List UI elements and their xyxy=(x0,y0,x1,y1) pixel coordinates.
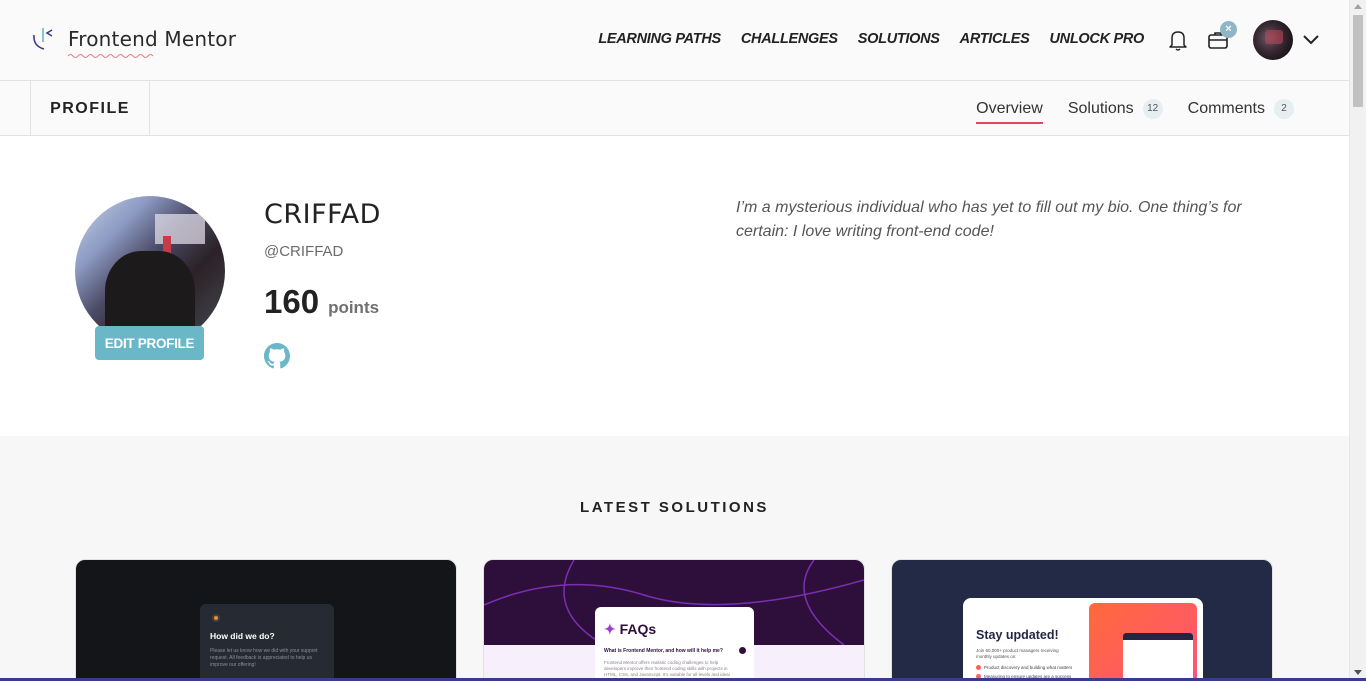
card-preview-question: What is Frontend Mentor, and how will it… xyxy=(604,648,723,654)
points-value: 160 xyxy=(264,283,320,320)
card-preview-heading: Stay updated! xyxy=(976,628,1059,642)
logo-mark-icon xyxy=(33,28,53,50)
tab-solutions[interactable]: Solutions 12 xyxy=(1068,81,1163,136)
section-title: LATEST SOLUTIONS xyxy=(580,499,769,516)
points-label: points xyxy=(328,298,380,317)
check-icon xyxy=(976,665,981,670)
profile-name: CRIFFAD xyxy=(264,199,381,230)
card-preview-heading: How did we do? xyxy=(210,631,275,641)
nav-articles[interactable]: ARTICLES xyxy=(960,31,1030,47)
scroll-down-icon[interactable] xyxy=(1354,670,1362,675)
top-navbar: Frontend Mentor LEARNING PATHS CHALLENGE… xyxy=(0,0,1349,81)
count-badge: 2 xyxy=(1274,98,1294,119)
logo-text: Frontend Mentor xyxy=(68,27,236,58)
avatar[interactable] xyxy=(1253,20,1293,60)
profile-subnav: PROFILE Overview Solutions 12 Comments 2 xyxy=(0,81,1349,136)
nav-solutions[interactable]: SOLUTIONS xyxy=(858,31,940,47)
bell-icon[interactable] xyxy=(1166,28,1190,52)
toggle-icon xyxy=(739,647,746,654)
scroll-up-icon[interactable] xyxy=(1354,4,1362,9)
profile-tabs: Overview Solutions 12 Comments 2 xyxy=(976,81,1294,136)
solution-card[interactable]: How did we do? Please let us know how we… xyxy=(75,559,457,681)
tab-label: Solutions xyxy=(1067,99,1134,117)
profile-section: EDIT PROFILE CRIFFAD @CRIFFAD 160 points… xyxy=(0,136,1349,436)
main-nav: LEARNING PATHS CHALLENGES SOLUTIONS ARTI… xyxy=(598,31,1144,47)
nav-challenges[interactable]: CHALLENGES xyxy=(741,31,838,47)
tab-overview[interactable]: Overview xyxy=(976,81,1043,136)
star-icon xyxy=(212,614,220,622)
solution-card[interactable]: Stay updated! Join 60,000+ product manag… xyxy=(891,559,1273,681)
profile-avatar xyxy=(75,196,225,346)
chevron-down-icon[interactable] xyxy=(1302,32,1320,46)
github-icon[interactable] xyxy=(264,343,290,369)
latest-solutions-section: LATEST SOLUTIONS How did we do? Please l… xyxy=(0,436,1349,681)
card-preview-text: Please let us know how we did with your … xyxy=(210,648,318,668)
tab-label: Comments xyxy=(1187,99,1265,117)
card-preview: How did we do? Please let us know how we… xyxy=(200,604,334,681)
card-preview: Stay updated! Join 60,000+ product manag… xyxy=(963,598,1203,681)
page-scrollbar[interactable] xyxy=(1349,0,1366,681)
card-preview: ✦ FAQs What is Frontend Mentor, and how … xyxy=(595,607,754,681)
profile-handle: @CRIFFAD xyxy=(264,243,344,260)
squiggle-underline xyxy=(68,54,154,58)
edit-profile-button[interactable]: EDIT PROFILE xyxy=(95,326,204,360)
profile-label[interactable]: PROFILE xyxy=(30,81,150,136)
list-item: Product discovery and building what matt… xyxy=(976,665,1072,670)
tab-label: Overview xyxy=(976,99,1043,117)
scrollbar-thumb[interactable] xyxy=(1353,15,1363,107)
sparkle-icon: ✦ xyxy=(604,621,616,637)
points-display: 160 points xyxy=(264,283,379,321)
logo[interactable]: Frontend Mentor xyxy=(30,22,236,58)
profile-bio: I’m a mysterious individual who has yet … xyxy=(736,199,1242,240)
nav-unlock-pro[interactable]: UNLOCK PRO xyxy=(1050,31,1145,47)
close-badge-icon[interactable]: × xyxy=(1220,21,1237,38)
card-preview-text: Join 60,000+ product managers receiving … xyxy=(976,648,1059,659)
illustration xyxy=(1089,603,1197,681)
nav-learning-paths[interactable]: LEARNING PATHS xyxy=(598,31,721,47)
card-preview-heading: ✦ FAQs xyxy=(604,621,657,637)
solution-card[interactable]: ✦ FAQs What is Frontend Mentor, and how … xyxy=(483,559,865,681)
count-badge: 12 xyxy=(1142,98,1163,119)
tab-comments[interactable]: Comments 2 xyxy=(1188,81,1294,136)
